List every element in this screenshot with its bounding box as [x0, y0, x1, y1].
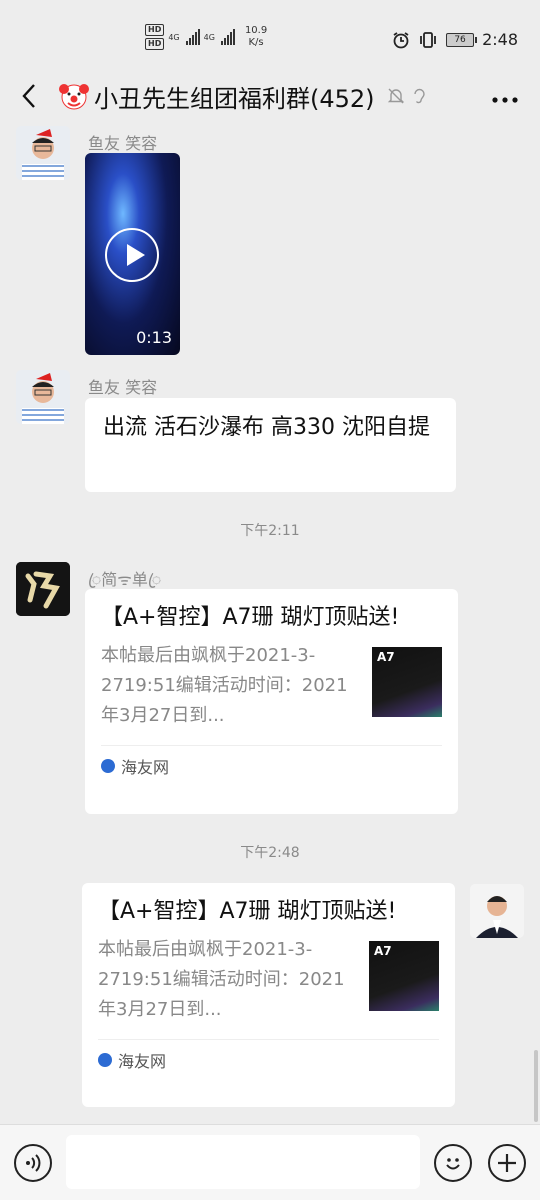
emoji-button[interactable] — [434, 1144, 472, 1182]
link-card[interactable]: 【A+智控】A7珊 瑚灯顶贴送! 本帖最后由飒枫于2021-3-2719:51编… — [85, 589, 458, 814]
link-card-description: 本帖最后由飒枫于2021-3-2719:51编辑活动时间：2021年3月27日到… — [101, 645, 348, 726]
video-message[interactable]: 0:13 — [85, 153, 180, 355]
vibrate-icon — [420, 31, 436, 48]
more-dots-icon — [492, 97, 518, 103]
source-logo-icon — [101, 759, 115, 773]
mute-bell-icon — [387, 88, 404, 104]
back-arrow-icon — [22, 84, 35, 108]
sender-nickname: 鱼友 笑容 — [88, 134, 158, 153]
link-card-title: 【A+智控】A7珊 瑚灯顶贴送! — [98, 899, 397, 924]
video-duration: 0:13 — [136, 328, 172, 347]
more-options-button[interactable] — [492, 80, 518, 110]
avatar[interactable] — [16, 126, 70, 180]
message-input[interactable] — [66, 1135, 420, 1189]
input-bar — [0, 1124, 540, 1200]
scrollbar[interactable] — [534, 1050, 538, 1122]
message-list[interactable]: 鱼友 笑容 0:13 鱼友 笑容 出流 活石沙瀑布 高330 沈阳自提 下午2:… — [0, 120, 540, 1124]
chat-title-text: 小丑先生组团福利群(452) — [94, 84, 375, 113]
signal-icon — [220, 29, 235, 45]
link-card-thumbnail: A7 — [372, 647, 442, 717]
voice-icon — [26, 1154, 41, 1172]
back-button[interactable] — [0, 83, 58, 109]
battery-icon: 76 — [446, 32, 478, 47]
sender-nickname: 鱼友 笑容 — [88, 378, 158, 397]
network-speed: 10.9 K/s — [244, 25, 268, 48]
ear-icon — [413, 88, 425, 104]
timestamp: 下午2:11 — [240, 523, 300, 539]
clown-emoji-icon — [59, 84, 89, 110]
emoji-icon — [446, 1158, 460, 1170]
clock: 2:48 — [482, 30, 518, 49]
my-avatar[interactable] — [470, 884, 524, 938]
network-type-1: 4G — [168, 32, 180, 42]
hd-badge: HD — [145, 24, 165, 36]
network-indicators: HD HD 4G 4G 10.9 K/s — [145, 24, 267, 50]
link-card-source: 海友网 — [98, 1039, 439, 1082]
plus-icon — [498, 1154, 516, 1172]
avatar[interactable] — [16, 562, 70, 616]
link-card-thumbnail: A7 — [369, 941, 439, 1011]
add-more-button[interactable] — [488, 1144, 526, 1182]
voice-input-button[interactable] — [14, 1144, 52, 1182]
avatar[interactable] — [16, 370, 70, 424]
link-card-description: 本帖最后由飒枫于2021-3-2719:51编辑活动时间：2021年3月27日到… — [98, 939, 345, 1020]
link-card-title: 【A+智控】A7珊 瑚灯顶贴送! — [101, 605, 400, 630]
link-card-source: 海友网 — [101, 745, 442, 788]
link-card[interactable]: 【A+智控】A7珊 瑚灯顶贴送! 本帖最后由飒枫于2021-3-2719:51编… — [82, 883, 455, 1107]
message-text: 出流 活石沙瀑布 高330 沈阳自提 — [103, 415, 430, 440]
chat-header: 小丑先生组团福利群(452) — [0, 72, 540, 120]
hd-badge: HD — [145, 38, 165, 50]
status-bar: HD HD 4G 4G 10.9 K/s 76 2:48 — [0, 0, 540, 72]
chat-title: 小丑先生组团福利群(452) — [58, 79, 427, 114]
timestamp: 下午2:48 — [240, 845, 300, 861]
source-logo-icon — [98, 1053, 112, 1067]
text-message-bubble[interactable]: 出流 活石沙瀑布 高330 沈阳自提 — [85, 398, 456, 492]
network-type-2: 4G — [203, 32, 215, 42]
play-icon[interactable] — [105, 228, 159, 282]
signal-icon — [185, 29, 200, 45]
alarm-icon — [393, 31, 409, 48]
